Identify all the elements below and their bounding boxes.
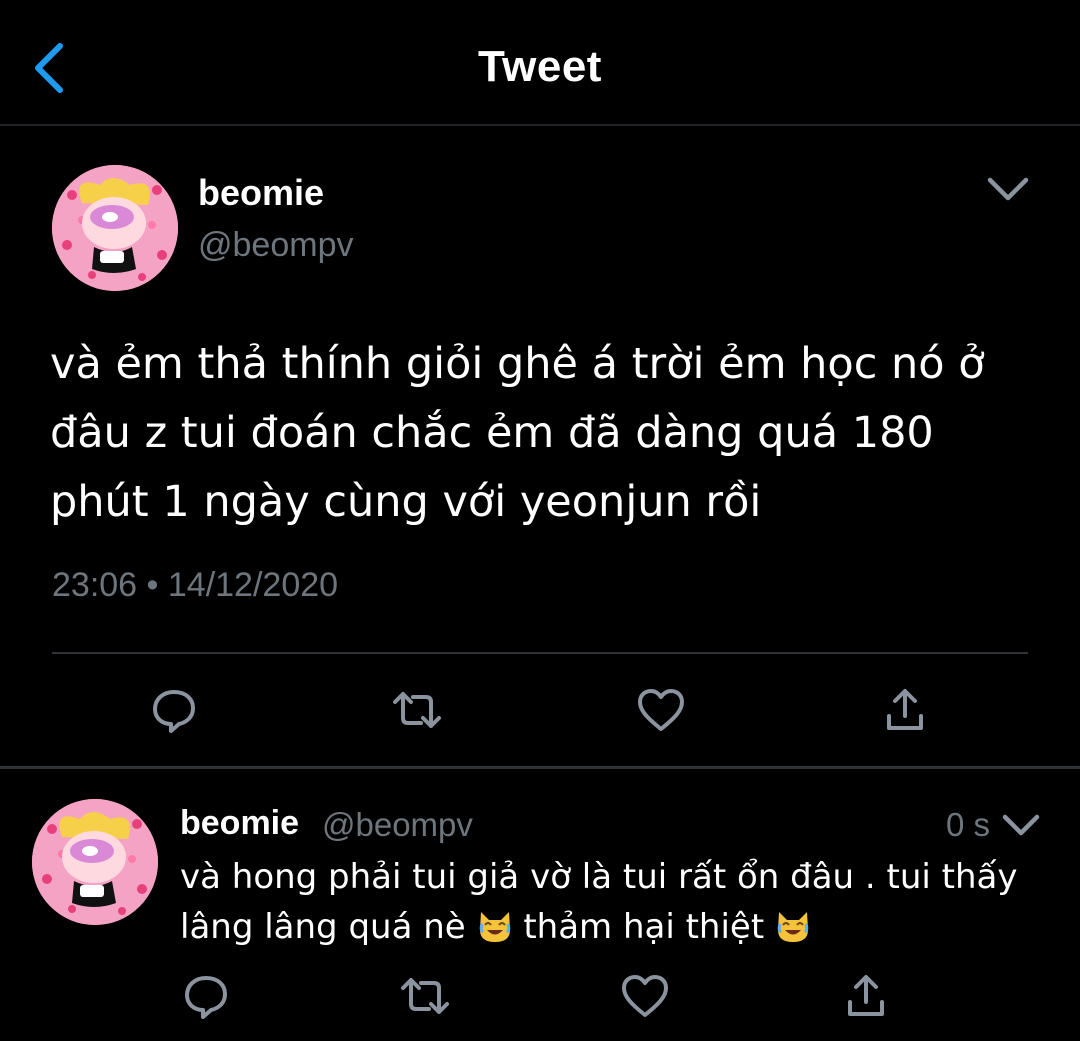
like-button[interactable] [615, 966, 675, 1026]
heart-icon [622, 975, 668, 1017]
retweet-icon [401, 978, 449, 1014]
reply-icon [153, 690, 195, 733]
reply-button[interactable] [144, 680, 204, 740]
avatar-image [52, 165, 178, 291]
reply-time: 0 s [946, 806, 991, 843]
author-handle[interactable]: @beompv [198, 226, 353, 265]
reply-icon [185, 976, 227, 1019]
joy-cat-emoji-icon [777, 912, 809, 942]
tweet-text: và ẻm thả thính giỏi ghê á trời ẻm học n… [50, 339, 985, 527]
avatar-image [32, 799, 158, 925]
reply-text-part2: thảm hại thiệt [523, 907, 765, 947]
chevron-down-icon[interactable] [1000, 808, 1042, 842]
page-title: Tweet [478, 42, 602, 91]
reply-author-name[interactable]: beomie [180, 804, 299, 843]
retweet-icon [393, 692, 441, 728]
avatar[interactable] [52, 165, 178, 291]
share-button[interactable] [836, 966, 896, 1026]
like-button[interactable] [631, 680, 691, 740]
thread-divider [0, 766, 1080, 769]
chevron-down-icon[interactable] [984, 168, 1032, 208]
share-icon [887, 689, 923, 730]
share-button[interactable] [875, 680, 935, 740]
tweet-timestamp[interactable]: 23:06 • 14/12/2020 [52, 566, 338, 605]
joy-cat-emoji-icon [479, 912, 510, 942]
share-icon [848, 975, 884, 1016]
retweet-button[interactable] [395, 966, 455, 1026]
reply-text: và hong phải tui giả vờ là tui rất ổn đâ… [180, 852, 1060, 952]
retweet-button[interactable] [387, 680, 447, 740]
header-divider [0, 124, 1080, 126]
author-name[interactable]: beomie [198, 172, 324, 214]
reply-button[interactable] [176, 966, 236, 1026]
heart-icon [638, 689, 684, 731]
reply-author-handle[interactable]: @beompv [322, 806, 473, 844]
divider [52, 652, 1028, 654]
reply-avatar[interactable] [32, 799, 158, 925]
